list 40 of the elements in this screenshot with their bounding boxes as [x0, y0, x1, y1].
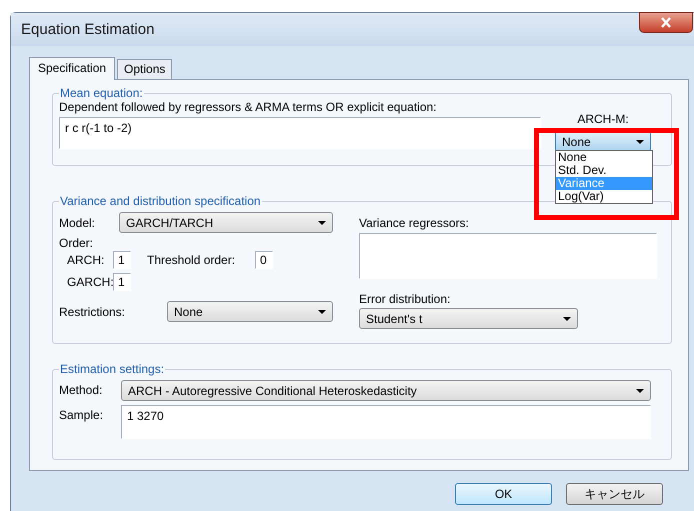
garch-field[interactable]: 1	[113, 273, 131, 291]
caret-icon	[318, 310, 326, 314]
field-label: Error distribution:	[359, 292, 452, 306]
window-title: Equation Estimation	[21, 21, 154, 38]
field-label: ARCH:	[67, 253, 106, 267]
caret-icon	[318, 220, 326, 224]
distribution-dropdown[interactable]: Student's t	[359, 308, 578, 329]
field-label: GARCH:	[67, 275, 113, 289]
dropdown-option[interactable]: Std. Dev.	[556, 164, 652, 177]
field-label: Dependent followed by regressors & ARMA terms OR explicit equation:	[59, 100, 438, 114]
model-dropdown[interactable]: GARCH/TARCH	[119, 212, 333, 233]
tab[interactable]: Specification	[29, 57, 116, 80]
field-label: Method:	[59, 382, 104, 397]
equation-field[interactable]: r c r(-1 to -2)	[59, 117, 541, 149]
restrictions-dropdown[interactable]: None	[167, 301, 333, 322]
group-title: Variance and distribution specification	[59, 194, 262, 208]
sample-field[interactable]: 1 3270	[121, 405, 651, 439]
group-title: Estimation settings:	[59, 362, 166, 376]
field-label: Model:	[59, 216, 96, 230]
threshold-field[interactable]: 0	[255, 251, 273, 269]
dropdown-option[interactable]: None	[556, 151, 652, 164]
field-label: Threshold order:	[147, 253, 236, 267]
close-icon	[660, 17, 672, 28]
group-title: Mean equation:	[59, 86, 144, 100]
close-button[interactable]	[639, 12, 693, 33]
field-label: Variance regressors:	[359, 216, 470, 230]
cancel-button[interactable]: キャンセル	[566, 483, 663, 505]
caret-icon	[636, 140, 644, 144]
caret-icon	[563, 316, 571, 320]
dropdown-option[interactable]: Log(Var)	[556, 190, 652, 203]
field-label: ARCH-M:	[577, 112, 629, 126]
field-label: Restrictions:	[59, 304, 126, 318]
caret-icon	[636, 388, 644, 392]
field-label: Sample:	[59, 407, 104, 422]
tab[interactable]: Options	[117, 59, 172, 79]
arch-field[interactable]: 1	[113, 251, 131, 269]
regressors-field[interactable]	[359, 233, 657, 279]
ok-button[interactable]: OK	[455, 483, 552, 505]
method-dropdown[interactable]: ARCH - Autoregressive Conditional Heteroskedasticity	[121, 380, 651, 401]
field-label: Order:	[59, 236, 94, 250]
